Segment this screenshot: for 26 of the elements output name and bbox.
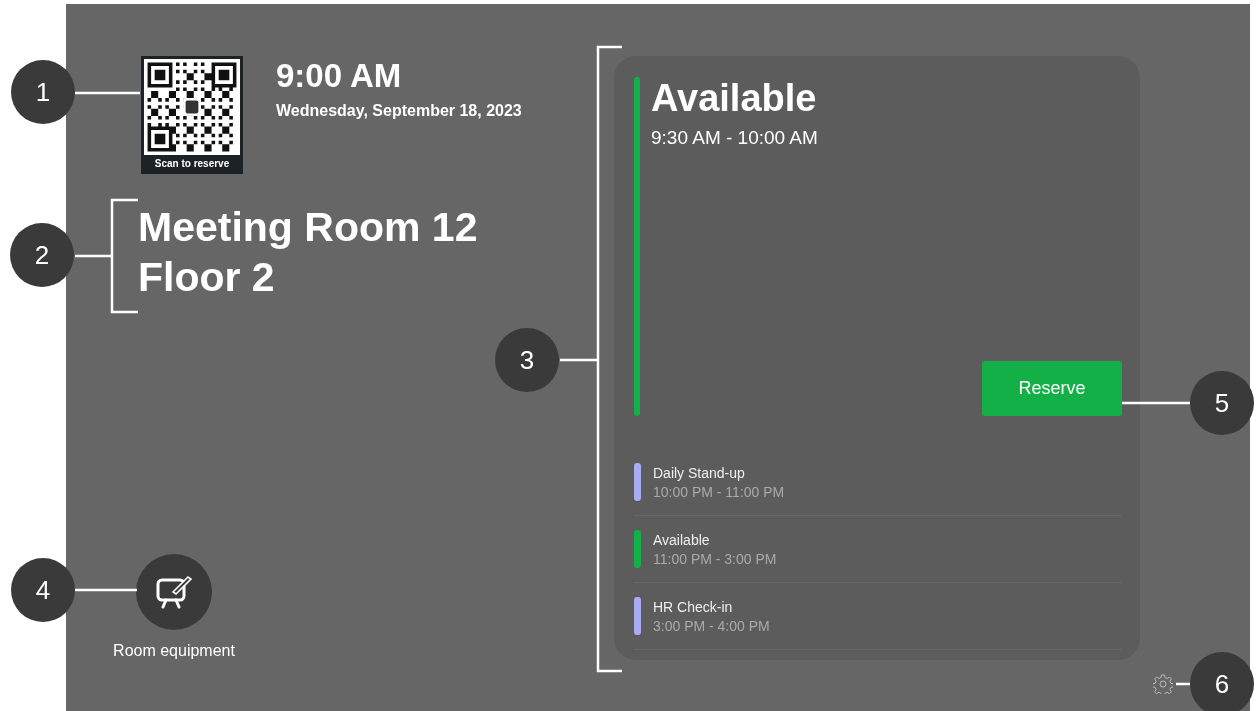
- qr-caption: Scan to reserve: [154, 158, 230, 169]
- agenda-item[interactable]: HR Check-in 3:00 PM - 4:00 PM: [634, 583, 1122, 650]
- agenda-title: HR Check-in: [653, 598, 734, 615]
- callout-marker: 4: [11, 558, 75, 622]
- agenda-time: 11:00 PM - 3:00 PM: [653, 550, 777, 567]
- room-name: Meeting Room 12: [138, 203, 479, 252]
- clock-time: 9:00 AM: [276, 56, 403, 96]
- status-time: 9:30 AM - 10:00 AM: [651, 127, 819, 149]
- leader-line: [75, 91, 140, 95]
- agenda-time: 3:00 PM - 4:00 PM: [653, 617, 770, 634]
- callout-marker: 2: [10, 223, 74, 287]
- agenda-item[interactable]: Available 11:00 PM - 3:00 PM: [634, 516, 1122, 583]
- agenda-item[interactable]: Daily Stand-up 10:00 PM - 11:00 PM: [634, 449, 1122, 516]
- leader-line: [75, 588, 137, 592]
- clock-date: Wednesday, September 18, 2023: [276, 102, 522, 120]
- agenda-title: Available: [653, 531, 711, 548]
- agenda-time: 10:00 PM - 11:00 PM: [653, 483, 785, 500]
- easel-icon: [155, 574, 193, 610]
- room-floor: Floor 2: [138, 253, 276, 302]
- status-title: Available: [651, 77, 818, 119]
- room-equipment-label: Room equipment: [113, 642, 235, 660]
- leader-line: [1122, 401, 1190, 405]
- settings-icon[interactable]: [1153, 674, 1173, 694]
- callout-marker: 1: [11, 60, 75, 124]
- agenda-title: Daily Stand-up: [653, 464, 746, 481]
- qr-code[interactable]: [144, 59, 240, 155]
